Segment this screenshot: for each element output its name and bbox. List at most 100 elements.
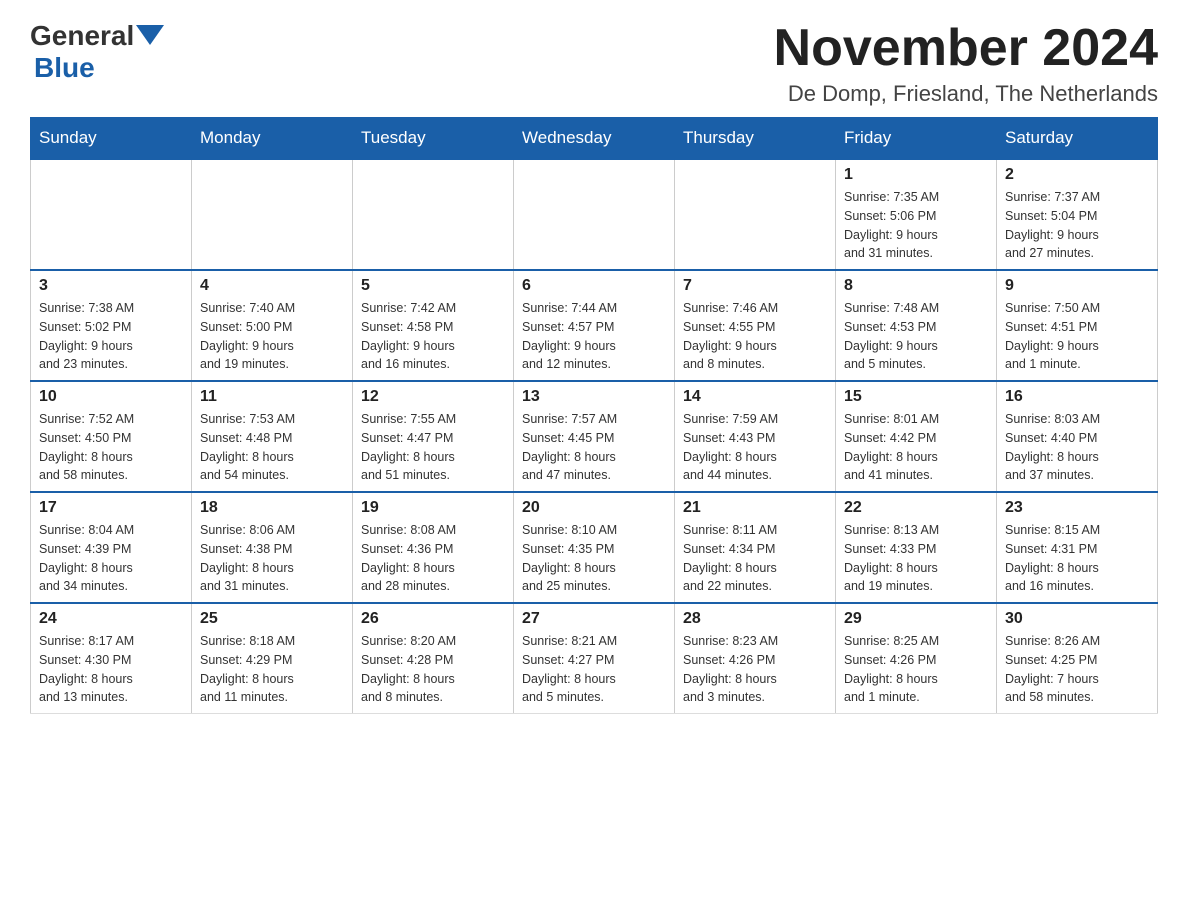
calendar-cell: 24Sunrise: 8:17 AM Sunset: 4:30 PM Dayli… [31, 603, 192, 714]
day-number: 29 [844, 610, 988, 628]
calendar-cell: 1 Sunrise: 7:35 AM Sunset: 5:06 PM Daylig… [836, 159, 997, 270]
day-number: 12 [361, 388, 505, 406]
day-info: Sunrise: 7:40 AM Sunset: 5:00 PM Dayligh… [200, 299, 344, 374]
calendar-cell: 7Sunrise: 7:46 AM Sunset: 4:55 PM Daylig… [675, 270, 836, 381]
day-info: Sunrise: 8:06 AM Sunset: 4:38 PM Dayligh… [200, 521, 344, 596]
day-number: 10 [39, 388, 183, 406]
day-number: 4 [200, 277, 344, 295]
day-number: 22 [844, 499, 988, 517]
header-sunday: Sunday [31, 118, 192, 160]
day-number: 7 [683, 277, 827, 295]
day-info: Sunrise: 7:38 AM Sunset: 5:02 PM Dayligh… [39, 299, 183, 374]
day-info: Sunrise: 7:35 AM Sunset: 5:06 PM Dayligh… [844, 188, 988, 263]
calendar-cell [514, 159, 675, 270]
day-info: Sunrise: 8:15 AM Sunset: 4:31 PM Dayligh… [1005, 521, 1149, 596]
day-number: 11 [200, 388, 344, 406]
calendar-cell: 26 Sunrise: 8:20 AM Sunset: 4:28 PM Dayli… [353, 603, 514, 714]
calendar-cell: 4 Sunrise: 7:40 AM Sunset: 5:00 PM Daylig… [192, 270, 353, 381]
calendar-cell: 3 Sunrise: 7:38 AM Sunset: 5:02 PM Daylig… [31, 270, 192, 381]
calendar-week-5: 24Sunrise: 8:17 AM Sunset: 4:30 PM Dayli… [31, 603, 1158, 714]
day-info: Sunrise: 8:26 AM Sunset: 4:25 PM Dayligh… [1005, 632, 1149, 707]
day-number: 2 [1005, 166, 1149, 184]
day-info: Sunrise: 7:53 AM Sunset: 4:48 PM Dayligh… [200, 410, 344, 485]
calendar-week-2: 3 Sunrise: 7:38 AM Sunset: 5:02 PM Daylig… [31, 270, 1158, 381]
day-info: Sunrise: 8:20 AM Sunset: 4:28 PM Dayligh… [361, 632, 505, 707]
calendar-cell: 23 Sunrise: 8:15 AM Sunset: 4:31 PM Dayli… [997, 492, 1158, 603]
day-info: Sunrise: 7:57 AM Sunset: 4:45 PM Dayligh… [522, 410, 666, 485]
day-number: 16 [1005, 388, 1149, 406]
header-tuesday: Tuesday [353, 118, 514, 160]
calendar-cell: 21 Sunrise: 8:11 AM Sunset: 4:34 PM Dayli… [675, 492, 836, 603]
day-info: Sunrise: 8:03 AM Sunset: 4:40 PM Dayligh… [1005, 410, 1149, 485]
day-number: 21 [683, 499, 827, 517]
day-number: 13 [522, 388, 666, 406]
header-wednesday: Wednesday [514, 118, 675, 160]
day-number: 9 [1005, 277, 1149, 295]
day-number: 28 [683, 610, 827, 628]
day-number: 23 [1005, 499, 1149, 517]
day-info: Sunrise: 8:13 AM Sunset: 4:33 PM Dayligh… [844, 521, 988, 596]
day-info: Sunrise: 7:50 AM Sunset: 4:51 PM Dayligh… [1005, 299, 1149, 374]
header-monday: Monday [192, 118, 353, 160]
calendar-cell: 20Sunrise: 8:10 AM Sunset: 4:35 PM Dayli… [514, 492, 675, 603]
day-info: Sunrise: 8:25 AM Sunset: 4:26 PM Dayligh… [844, 632, 988, 707]
calendar-cell: 10 Sunrise: 7:52 AM Sunset: 4:50 PM Dayli… [31, 381, 192, 492]
day-info: Sunrise: 8:08 AM Sunset: 4:36 PM Dayligh… [361, 521, 505, 596]
calendar-week-3: 10 Sunrise: 7:52 AM Sunset: 4:50 PM Dayli… [31, 381, 1158, 492]
day-number: 26 [361, 610, 505, 628]
day-info: Sunrise: 8:17 AM Sunset: 4:30 PM Dayligh… [39, 632, 183, 707]
day-info: Sunrise: 7:59 AM Sunset: 4:43 PM Dayligh… [683, 410, 827, 485]
calendar-cell: 13 Sunrise: 7:57 AM Sunset: 4:45 PM Dayli… [514, 381, 675, 492]
logo-area: General Blue [30, 20, 164, 84]
logo-triangle-icon [136, 25, 164, 45]
day-number: 18 [200, 499, 344, 517]
header: General Blue November 2024 De Domp, Frie… [30, 20, 1158, 107]
day-info: Sunrise: 7:52 AM Sunset: 4:50 PM Dayligh… [39, 410, 183, 485]
month-title: November 2024 [774, 20, 1158, 77]
calendar-cell [675, 159, 836, 270]
day-number: 30 [1005, 610, 1149, 628]
day-info: Sunrise: 8:21 AM Sunset: 4:27 PM Dayligh… [522, 632, 666, 707]
calendar-cell: 14Sunrise: 7:59 AM Sunset: 4:43 PM Dayli… [675, 381, 836, 492]
calendar-cell [192, 159, 353, 270]
day-number: 1 [844, 166, 988, 184]
calendar-cell [353, 159, 514, 270]
calendar-cell: 18 Sunrise: 8:06 AM Sunset: 4:38 PM Dayli… [192, 492, 353, 603]
day-info: Sunrise: 8:04 AM Sunset: 4:39 PM Dayligh… [39, 521, 183, 596]
day-info: Sunrise: 7:55 AM Sunset: 4:47 PM Dayligh… [361, 410, 505, 485]
calendar-cell: 12 Sunrise: 7:55 AM Sunset: 4:47 PM Dayli… [353, 381, 514, 492]
day-number: 19 [361, 499, 505, 517]
day-info: Sunrise: 8:01 AM Sunset: 4:42 PM Dayligh… [844, 410, 988, 485]
day-number: 8 [844, 277, 988, 295]
day-info: Sunrise: 8:23 AM Sunset: 4:26 PM Dayligh… [683, 632, 827, 707]
logo-general-text: General [30, 20, 134, 52]
day-number: 5 [361, 277, 505, 295]
logo-blue-text: Blue [34, 52, 95, 83]
title-area: November 2024 De Domp, Friesland, The Ne… [774, 20, 1158, 107]
calendar-cell: 28 Sunrise: 8:23 AM Sunset: 4:26 PM Dayli… [675, 603, 836, 714]
calendar-table: Sunday Monday Tuesday Wednesday Thursday… [30, 117, 1158, 714]
calendar-cell: 11 Sunrise: 7:53 AM Sunset: 4:48 PM Dayli… [192, 381, 353, 492]
calendar-cell: 25Sunrise: 8:18 AM Sunset: 4:29 PM Dayli… [192, 603, 353, 714]
calendar-cell: 30 Sunrise: 8:26 AM Sunset: 4:25 PM Dayli… [997, 603, 1158, 714]
calendar-cell: 8Sunrise: 7:48 AM Sunset: 4:53 PM Daylig… [836, 270, 997, 381]
header-saturday: Saturday [997, 118, 1158, 160]
calendar-cell: 15Sunrise: 8:01 AM Sunset: 4:42 PM Dayli… [836, 381, 997, 492]
day-number: 25 [200, 610, 344, 628]
day-number: 17 [39, 499, 183, 517]
day-info: Sunrise: 7:44 AM Sunset: 4:57 PM Dayligh… [522, 299, 666, 374]
logo: General [30, 20, 164, 52]
calendar-cell: 29 Sunrise: 8:25 AM Sunset: 4:26 PM Dayli… [836, 603, 997, 714]
header-thursday: Thursday [675, 118, 836, 160]
header-friday: Friday [836, 118, 997, 160]
day-info: Sunrise: 8:11 AM Sunset: 4:34 PM Dayligh… [683, 521, 827, 596]
day-number: 3 [39, 277, 183, 295]
calendar-cell: 9 Sunrise: 7:50 AM Sunset: 4:51 PM Daylig… [997, 270, 1158, 381]
location-title: De Domp, Friesland, The Netherlands [774, 81, 1158, 107]
day-info: Sunrise: 7:42 AM Sunset: 4:58 PM Dayligh… [361, 299, 505, 374]
calendar-cell: 2Sunrise: 7:37 AM Sunset: 5:04 PM Daylig… [997, 159, 1158, 270]
calendar-week-1: 1 Sunrise: 7:35 AM Sunset: 5:06 PM Daylig… [31, 159, 1158, 270]
day-info: Sunrise: 8:10 AM Sunset: 4:35 PM Dayligh… [522, 521, 666, 596]
calendar-cell: 27Sunrise: 8:21 AM Sunset: 4:27 PM Dayli… [514, 603, 675, 714]
calendar-cell: 19 Sunrise: 8:08 AM Sunset: 4:36 PM Dayli… [353, 492, 514, 603]
